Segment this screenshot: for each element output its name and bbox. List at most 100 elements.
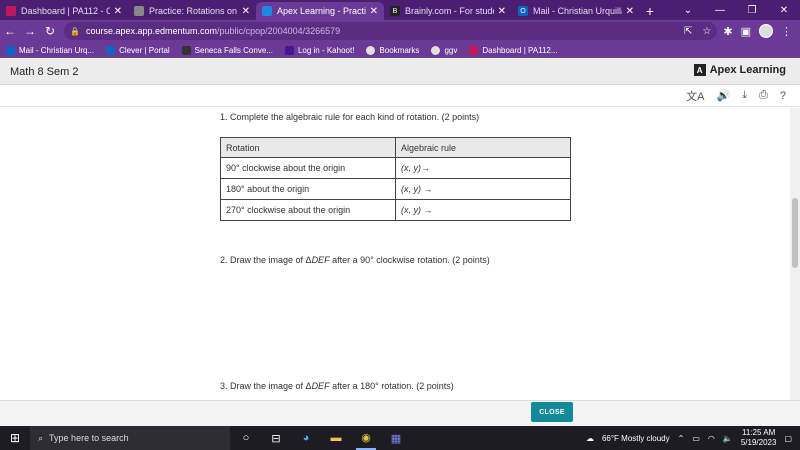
teams-icon[interactable]: ▦ [386,426,406,450]
share-icon[interactable]: ⇱ [684,26,692,37]
wifi-icon[interactable]: ◠ [708,434,715,443]
bookmark-item[interactable]: Mail - Christian Urq... [6,45,94,55]
browser-tab[interactable]: O Mail - Christian Urquilla - Ou ✕ [512,2,640,20]
browser-toolbar: ← → ↻ 🔒 course.apex.app.edmentum.com /pu… [0,20,800,42]
bookmark-item[interactable]: Dashboard | PA112... [469,45,558,55]
search-placeholder: Type here to search [49,433,129,443]
system-tray: ☁ 66°F Mostly cloudy ⌃ ▭ ◠ 🔈 11:25 AM 5/… [586,428,800,448]
taskbar-apps: ○ ⊟ ◕ ▬ ◉ ▦ [236,426,406,450]
question-text: after a 180° rotation. (2 points) [329,381,454,391]
notifications-icon[interactable]: ▢ [784,434,792,443]
taskbar-search-box[interactable]: ⌕ Type here to search [30,426,230,450]
bookmark-label: Clever | Portal [119,45,170,55]
course-header: Math 8 Sem 2 A Apex Learning [0,59,800,85]
rule-arrow: → [421,205,433,215]
bookmark-favicon-icon [6,45,15,55]
help-icon[interactable]: ? [780,90,786,102]
rotation-cell: 90° clockwise about the origin [220,157,396,179]
download-icon[interactable]: ⤓ [742,89,747,102]
windows-start-icon[interactable]: ⊞ [0,426,30,450]
document-scrollbar[interactable] [790,108,800,400]
task-view-icon[interactable]: ○ [236,426,256,450]
restore-icon[interactable]: ❐ [736,0,768,20]
tab-favicon-icon [6,6,16,16]
close-icon[interactable]: ✕ [498,6,506,17]
browser-tab-active[interactable]: Apex Learning - Practice Assi ✕ [256,2,384,20]
course-title: Math 8 Sem 2 [10,65,79,78]
column-header: Rotation [220,137,396,158]
side-panel-icon[interactable]: ▣ [741,25,751,38]
bookmark-item[interactable]: Seneca Falls Conve... [181,45,273,55]
browser-tab[interactable]: B Brainly.com - For students. B ✕ [384,2,512,20]
url-path: /public/cpop/2004004/3266579 [217,26,341,36]
tab-favicon-icon: O [518,6,528,16]
star-icon[interactable]: ☆ [702,26,711,37]
table-row: 270° clockwise about the origin (x, y) → [220,199,571,221]
close-icon[interactable]: ✕ [114,6,122,17]
address-bar[interactable]: 🔒 course.apex.app.edmentum.com /public/c… [64,22,718,40]
clock-time: 11:25 AM [742,428,776,437]
rule-variables: (x, y) [401,163,421,173]
bookmark-label: Bookmarks [379,45,420,55]
chevron-down-icon[interactable]: ⌄ [672,0,704,20]
weather-icon[interactable]: ☁ [586,434,594,443]
bookmark-favicon-icon [106,45,116,55]
table-row: 90° clockwise about the origin (x, y)→ [220,157,571,179]
reload-icon[interactable]: ↻ [40,21,60,41]
close-icon[interactable]: ✕ [370,6,378,17]
rule-arrow: → [421,184,433,194]
more-menu-icon[interactable]: ⋮ [781,25,792,38]
lock-icon[interactable]: 🔒 [70,27,80,36]
triangle-name: DEF [311,381,330,391]
bookmark-label: ggv [444,45,458,55]
profile-avatar[interactable] [759,24,773,38]
bookmark-item[interactable]: Log in - Kahoot! [284,45,354,55]
close-icon[interactable]: ✕ [626,6,634,17]
question-text: 2. Draw the image of Δ [220,255,312,265]
tab-title: Practice: Rotations on the Co [149,6,238,16]
translate-icon[interactable]: 文A [686,88,704,104]
file-explorer-icon[interactable]: ▬ [326,426,346,450]
chevron-up-icon[interactable]: ⌃ [678,434,685,443]
rule-cell[interactable]: (x, y) → [395,178,571,200]
taskbar-clock[interactable]: 11:25 AM 5/19/2023 [741,428,777,448]
browser-tab[interactable]: Dashboard | PA112 - Cedar C ✕ [0,2,128,20]
question-text: 3. Draw the image of Δ [220,381,312,391]
back-arrow-icon[interactable]: ← [0,21,20,41]
bookmark-item[interactable]: Clever | Portal [106,45,170,55]
volume-icon[interactable]: 🔈 [723,434,733,443]
chrome-icon[interactable]: ◉ [356,426,376,450]
table-row: 180° about the origin (x, y) → [220,178,571,200]
browser-tab[interactable]: Practice: Rotations on the Co ✕ [128,2,256,20]
bookmark-label: Dashboard | PA112... [482,45,558,55]
question-1: 1. Complete the algebraic rule for each … [220,112,480,122]
bookmark-favicon-icon [469,45,479,55]
extensions-puzzle-icon[interactable]: ✱ [723,25,732,38]
column-header: Algebraic rule [395,137,571,158]
forward-arrow-icon[interactable]: → [20,21,40,41]
clock-date: 5/19/2023 [740,438,777,447]
close-button[interactable]: CLOSE [531,402,573,422]
scrollbar-thumb[interactable] [792,198,798,268]
battery-icon[interactable]: ▭ [692,434,700,443]
rule-cell[interactable]: (x, y)→ [395,157,571,179]
bookmark-favicon-icon [431,45,441,55]
print-icon[interactable]: ⎙ [759,89,768,102]
document-footer [0,400,800,426]
triangle-name: DEF [311,255,330,265]
bookmark-item[interactable]: ggv [431,45,458,55]
rule-cell[interactable]: (x, y) → [395,199,571,221]
widgets-icon[interactable]: ⊟ [266,426,286,450]
new-tab-plus-icon[interactable]: + [640,2,660,20]
bookmark-label: Seneca Falls Conve... [194,45,273,55]
windows-taskbar: ⊞ ⌕ Type here to search ○ ⊟ ◕ ▬ ◉ ▦ ☁ 66… [0,426,800,450]
bookmark-item[interactable]: Bookmarks [366,45,420,55]
close-window-icon[interactable]: ✕ [768,0,800,20]
apex-logo-text: Apex Learning [709,64,786,76]
minimize-icon[interactable]: — [704,0,736,20]
read-aloud-icon[interactable]: 🔊 [716,89,730,102]
tab-favicon-icon: B [390,6,400,16]
question-text: after a 90° clockwise rotation. (2 point… [329,255,490,265]
close-icon[interactable]: ✕ [242,6,250,17]
edge-icon[interactable]: ◕ [296,426,316,450]
